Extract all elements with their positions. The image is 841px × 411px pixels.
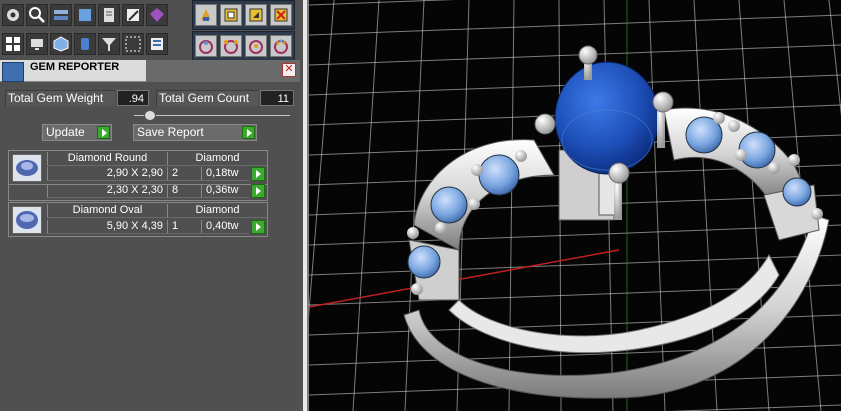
gem-reporter-header: GEM REPORTER ✕ (0, 60, 300, 82)
side-stone[interactable] (407, 245, 441, 279)
save-report-button-label: Save Report (137, 125, 204, 139)
gem-group-oval: Diamond Oval Diamond 5,90 X 4,39 1 0,40t… (8, 202, 268, 237)
layers-icon[interactable] (50, 4, 72, 26)
total-gem-count-label: Total Gem Count (156, 90, 258, 106)
gem-setting-icon[interactable] (195, 35, 217, 57)
gem-reporter-title: GEM REPORTER (30, 61, 120, 73)
gem-material: Diamond (167, 204, 267, 218)
grid-line (309, 224, 841, 246)
import-icon[interactable] (220, 4, 242, 26)
round-diamond-icon (12, 154, 42, 182)
cube-icon[interactable] (50, 33, 72, 55)
viewport-canvas[interactable] (309, 0, 841, 411)
bezel-icon[interactable] (245, 35, 267, 57)
selection-icon[interactable] (122, 33, 144, 55)
header-filler (146, 60, 300, 82)
cylinder-icon[interactable] (74, 33, 96, 55)
gem-count: 1 (167, 220, 201, 234)
gem-group-round: Diamond Round Diamond 2,90 X 2,90 2 0,18… (8, 150, 268, 185)
grid-line (828, 0, 841, 117)
row-play-button[interactable] (251, 220, 265, 234)
grid-line (648, 0, 666, 411)
filter-icon[interactable] (98, 33, 120, 55)
grid-line (309, 0, 335, 318)
search-icon[interactable] (26, 4, 48, 26)
toolbar-group-1 (192, 0, 295, 30)
x-axis-line (309, 249, 620, 308)
save-report-button[interactable]: Save Report (133, 124, 257, 141)
grid-line (309, 44, 841, 66)
side-stone[interactable] (430, 186, 468, 224)
prong-icon[interactable] (220, 35, 242, 57)
paint-icon[interactable] (195, 4, 217, 26)
grid-line (668, 404, 841, 411)
grid-line (508, 0, 515, 411)
gem-size: 2,90 X 2,90 (47, 167, 167, 181)
document-icon[interactable] (98, 4, 120, 26)
side-stone[interactable] (738, 131, 776, 169)
export-icon[interactable] (245, 4, 267, 26)
side-stone[interactable] (782, 177, 812, 207)
gem-material: Diamond (167, 152, 267, 166)
grid-icon[interactable] (2, 33, 24, 55)
play-icon (97, 126, 110, 139)
grid-line (309, 14, 841, 36)
row-play-button[interactable] (251, 184, 265, 198)
total-gem-weight-label: Total Gem Weight (5, 90, 115, 106)
gem-weight: 0,18tw (201, 167, 249, 181)
oval-diamond-icon (12, 206, 42, 234)
ring-shank[interactable] (403, 214, 830, 399)
pave-icon[interactable] (270, 35, 292, 57)
update-button[interactable]: Update (42, 124, 112, 141)
gem-row-round-2: 2,30 X 2,30 8 0,36tw (8, 184, 268, 201)
gem-name: Diamond Oval (47, 204, 167, 218)
play-icon (242, 126, 255, 139)
left-panel: GEM REPORTER ✕ Total Gem Weight .94 Tota… (0, 0, 303, 411)
gem-size: 2,30 X 2,30 (47, 184, 167, 198)
grid-line (352, 0, 380, 411)
toolbar-row-1 (2, 1, 168, 29)
grid-line (309, 0, 456, 6)
close-icon[interactable]: ✕ (282, 63, 296, 77)
size-slider-knob[interactable] (144, 110, 156, 121)
gem-count: 2 (167, 167, 201, 181)
gem-weight: 0,36tw (201, 184, 249, 198)
3d-viewport[interactable] (309, 0, 841, 411)
edit-icon[interactable] (122, 4, 144, 26)
gem-weight: 0,40tw (201, 220, 249, 234)
size-slider-track[interactable] (134, 115, 290, 116)
toolbar-group-2 (192, 31, 295, 61)
gem-reporter-logo-icon (2, 62, 24, 82)
total-gem-count-value: 11 (260, 90, 294, 106)
toolbar-row-2 (2, 30, 168, 58)
list-icon[interactable] (146, 33, 168, 55)
gem-size: 5,90 X 4,39 (47, 220, 167, 234)
settings-icon[interactable] (2, 4, 24, 26)
box-icon[interactable] (74, 4, 96, 26)
total-gem-weight-value: .94 (117, 90, 149, 106)
update-button-label: Update (46, 125, 85, 139)
side-stone[interactable] (478, 154, 520, 196)
row-play-button[interactable] (251, 167, 265, 181)
gem-name: Diamond Round (47, 152, 167, 166)
gem-icon[interactable] (146, 4, 168, 26)
monitor-icon[interactable] (26, 33, 48, 55)
gem-count: 8 (167, 184, 201, 198)
move-icon[interactable] (270, 4, 292, 26)
